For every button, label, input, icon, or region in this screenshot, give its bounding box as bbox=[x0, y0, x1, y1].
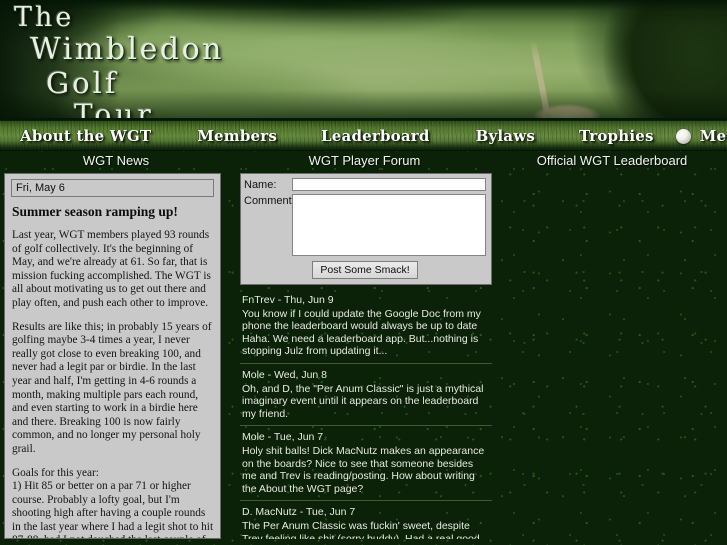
post-author-date: Mole - Tue, Jun 7 bbox=[242, 431, 324, 444]
post-button-row: Post Some Smack! bbox=[244, 260, 486, 279]
logo-line-wimbledon: Wimbledon bbox=[30, 32, 224, 67]
nav-item-bylaws[interactable]: Bylaws bbox=[474, 127, 537, 145]
name-input[interactable] bbox=[292, 178, 486, 191]
comment-input[interactable] bbox=[292, 194, 486, 256]
post-author-date: D. MacNutz - Tue, Jun 7 bbox=[242, 506, 356, 519]
site-banner: The Wimbledon Golf Tour bbox=[0, 0, 727, 120]
heading-wgt-news: WGT News bbox=[82, 153, 150, 168]
column-headings: WGT News WGT Player Forum Official WGT L… bbox=[0, 151, 727, 173]
forum-post-list: FnTrev - Thu, Jun 9 You know if I could … bbox=[240, 294, 492, 539]
forum-post-form: Name: Comment: Post Some Smack! bbox=[240, 173, 492, 285]
nav-item-media[interactable]: Media bbox=[698, 127, 727, 145]
page-root: The Wimbledon Golf Tour About the WGT Me… bbox=[0, 0, 727, 545]
forum-post: D. MacNutz - Tue, Jun 7 The Per Anum Cla… bbox=[240, 506, 492, 539]
nav-item-members[interactable]: Members bbox=[195, 127, 279, 145]
news-goals-label: Goals for this year: bbox=[12, 466, 99, 479]
forum-post: Mole - Wed, Jun 8 Oh, and D, the "Per An… bbox=[240, 368, 492, 427]
logo-line-the: The bbox=[14, 2, 75, 33]
heading-wgt-player-forum: WGT Player Forum bbox=[308, 153, 421, 168]
comment-label: Comment: bbox=[244, 195, 295, 207]
nav-item-about-the-wgt[interactable]: About the WGT bbox=[18, 127, 153, 145]
news-date: Fri, May 6 bbox=[11, 179, 214, 197]
name-label: Name: bbox=[244, 179, 277, 191]
nav-item-trophies[interactable]: Trophies bbox=[577, 127, 656, 145]
site-logo[interactable]: The Wimbledon Golf Tour bbox=[12, 2, 312, 118]
leaderboard-column bbox=[497, 173, 727, 539]
post-body: Oh, and D, the "Per Anum Classic" is jus… bbox=[242, 382, 484, 420]
post-author-date: FnTrev - Thu, Jun 9 bbox=[242, 294, 334, 306]
nav-item-leaderboard[interactable]: Leaderboard bbox=[319, 127, 432, 145]
post-some-smack-button[interactable]: Post Some Smack! bbox=[312, 261, 418, 279]
news-goal-1: 1) Hit 85 or better on a par 71 or highe… bbox=[12, 480, 214, 538]
news-paragraph: Results are like this; in probably 15 ye… bbox=[12, 320, 212, 455]
post-body: You know if I could update the Google Do… bbox=[242, 307, 481, 358]
forum-column: Name: Comment: Post Some Smack! FnTrev -… bbox=[240, 173, 492, 539]
post-body: The Per Anum Classic was fuckin' sweet, … bbox=[242, 519, 480, 539]
main-navigation: About the WGT Members Leaderboard Bylaws… bbox=[0, 120, 727, 151]
news-headline: Summer season ramping up! bbox=[12, 204, 178, 219]
golf-ball-icon bbox=[676, 129, 691, 144]
heading-official-leaderboard: Official WGT Leaderboard bbox=[536, 153, 688, 168]
comment-row: Comment: bbox=[244, 194, 486, 256]
logo-line-tour: Tour bbox=[74, 98, 155, 120]
content-columns: Fri, May 6 Summer season ramping up! Las… bbox=[0, 173, 727, 539]
post-author-date: Mole - Wed, Jun 8 bbox=[242, 368, 328, 381]
forum-post: Mole - Tue, Jun 7 Holy shit balls! Dick … bbox=[240, 431, 492, 502]
logo-line-golf: Golf bbox=[46, 66, 119, 100]
post-body: Holy shit balls! Dick MacNutz makes an a… bbox=[242, 444, 485, 495]
name-row: Name: bbox=[244, 178, 486, 192]
forum-post: FnTrev - Thu, Jun 9 You know if I could … bbox=[240, 294, 492, 364]
news-panel: Fri, May 6 Summer season ramping up! Las… bbox=[4, 173, 221, 539]
news-paragraph: Last year, WGT members played 93 rounds … bbox=[12, 229, 211, 309]
